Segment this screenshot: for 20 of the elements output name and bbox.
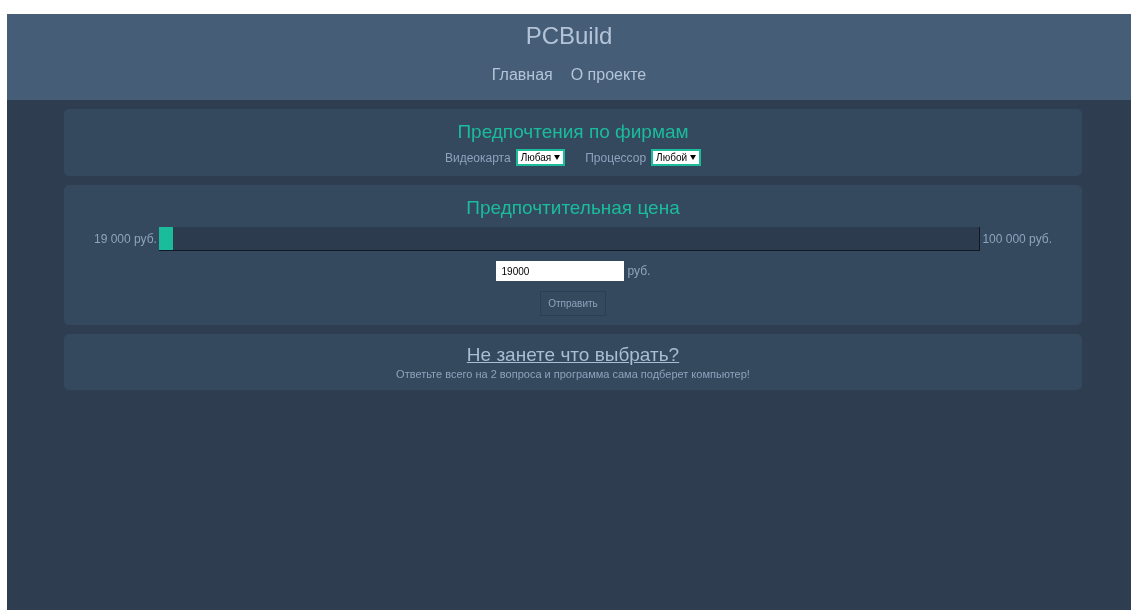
help-text: Ответьте всего на 2 вопроса и программа сама подберет компьютер!	[396, 368, 750, 380]
caret-icon	[690, 155, 697, 160]
price-slider-track[interactable]	[158, 227, 981, 251]
slider-thumb[interactable]	[158, 227, 173, 250]
quiz-link[interactable]: Не занете что выбрать?	[466, 344, 680, 366]
price-input[interactable]: 19000	[495, 261, 624, 281]
min-price-label: 19 000 руб.	[94, 232, 157, 246]
nav-link[interactable]: Главная	[491, 66, 553, 84]
dropdown[interactable]: Любой	[651, 149, 702, 166]
caret-icon	[554, 155, 561, 160]
currency-label: руб.	[627, 264, 651, 278]
select-label: Процессор	[585, 150, 647, 165]
dropdown[interactable]: Любая	[515, 149, 566, 166]
submit-button[interactable]: Отправить	[540, 291, 606, 316]
max-price-label: 100 000 руб.	[982, 232, 1052, 246]
section-title: Предпочтительная цена	[466, 197, 680, 219]
nav-link[interactable]: О проекте	[570, 66, 647, 84]
section-title: Предпочтения по фирмам	[457, 121, 689, 143]
select-label: Видеокарта	[444, 150, 511, 165]
site-title: PCBuild	[525, 22, 613, 50]
